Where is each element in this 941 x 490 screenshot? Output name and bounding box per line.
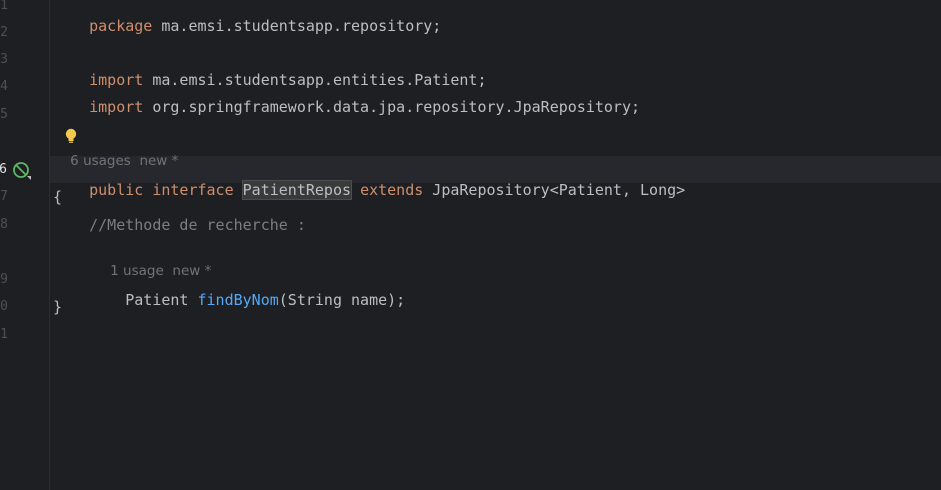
supertype: JpaRepository<Patient, Long> [423, 181, 686, 199]
interface-name[interactable]: PatientRepos [241, 180, 353, 200]
code-line-9[interactable]: Patient findByNom(String name); [53, 270, 405, 309]
line-number: 7 [0, 189, 8, 204]
code-line-10[interactable]: } [53, 297, 62, 317]
line-number: 4 [0, 79, 8, 94]
import-path: org.springframework.data.jpa.repository.… [143, 98, 641, 116]
line-number: 1 [0, 0, 8, 13]
keyword: public [89, 181, 144, 199]
code-line-1[interactable]: package ma.emsi.studentsapp.repository; [53, 0, 441, 35]
line-number-gutter[interactable]: 1 2 3 4 5 6 7 8 9 0 1 [0, 0, 50, 490]
lightbulb-icon[interactable] [65, 128, 77, 144]
line-number: 2 [0, 25, 8, 40]
method-params: (String name); [278, 291, 406, 309]
usages-inlay-hint[interactable]: 1 usage new * [93, 244, 211, 279]
line-number: 8 [0, 217, 8, 232]
return-type: Patient [125, 291, 198, 309]
package-name: ma.emsi.studentsapp.repository; [152, 17, 442, 35]
line-number: 3 [0, 52, 8, 67]
keyword: package [89, 17, 153, 35]
line-number-current: 6 [0, 162, 7, 177]
code-line-3[interactable]: import ma.emsi.studentsapp.entities.Pati… [53, 50, 486, 89]
code-line-6[interactable]: public interface PatientRepos extends Jp… [53, 160, 685, 200]
line-number: 1 [0, 327, 8, 342]
line-number: 9 [0, 272, 8, 287]
interface-implemented-icon[interactable] [12, 161, 32, 181]
code-editor[interactable]: 1 2 3 4 5 6 7 8 9 0 1 package ma.emsi.st… [0, 0, 941, 490]
line-number: 0 [0, 299, 8, 314]
line-number: 5 [0, 107, 8, 122]
method-name[interactable]: findByNom [198, 291, 279, 309]
code-line-8-comment[interactable]: //Methode de recherche : [53, 215, 306, 235]
code-line-4[interactable]: import org.springframework.data.jpa.repo… [53, 77, 640, 116]
code-line-7[interactable]: { [53, 187, 62, 207]
keyword: import [89, 98, 144, 116]
keyword: extends [360, 181, 424, 199]
keyword: interface [152, 181, 234, 199]
